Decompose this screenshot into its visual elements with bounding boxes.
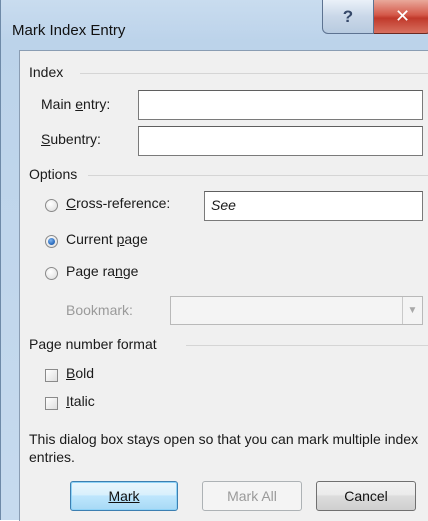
cross-reference-radio[interactable] [45, 199, 58, 212]
subentry-input[interactable] [138, 126, 423, 156]
index-group-label: Index [29, 64, 64, 80]
caption-buttons: ? ✕ [322, 0, 428, 36]
chevron-down-icon[interactable]: ▼ [402, 297, 422, 324]
mark-all-button[interactable]: Mark All [202, 481, 302, 511]
current-page-radio[interactable] [45, 235, 58, 248]
page-range-label-text-2: ge [122, 263, 139, 279]
page-range-accesskey: n [115, 263, 123, 279]
help-icon: ? [342, 6, 354, 26]
help-button[interactable]: ? [322, 0, 374, 34]
main-entry-accesskey: e [75, 96, 84, 112]
page-range-label-text: Page ra [66, 263, 116, 279]
bold-accesskey: B [66, 365, 76, 381]
bold-label-text: old [75, 365, 95, 381]
italic-label-text: talic [69, 393, 95, 409]
options-group-label: Options [29, 166, 78, 182]
cross-reference-label-text: ross-reference: [76, 195, 171, 211]
page-range-label[interactable]: Page range [66, 263, 138, 279]
subentry-label-text: ubentry: [50, 131, 101, 147]
main-entry-label: Main entry: [41, 96, 110, 112]
main-entry-label-text: Main [41, 96, 76, 112]
dialog-window: Mark Index Entry ? ✕ Index Main entry: S… [0, 0, 428, 521]
cancel-button-label: Cancel [344, 488, 388, 504]
cancel-button[interactable]: Cancel [316, 481, 416, 511]
cross-reference-input[interactable]: See [204, 191, 423, 221]
mark-all-button-label: Mark All [227, 488, 277, 504]
subentry-label: Subentry: [41, 131, 101, 147]
dialog-body: Index Main entry: Subentry: Options Cros… [19, 50, 428, 521]
italic-label[interactable]: Italic [66, 393, 95, 409]
cross-reference-accesskey: C [66, 195, 77, 211]
mark-button[interactable]: Mark [70, 481, 178, 511]
bold-label[interactable]: Bold [66, 365, 94, 381]
bookmark-combobox[interactable]: ▼ [170, 296, 423, 325]
subentry-accesskey: S [41, 131, 51, 147]
mark-button-label: Mark [108, 488, 140, 504]
cross-reference-label[interactable]: Cross-reference: [66, 195, 170, 211]
italic-checkbox[interactable] [45, 397, 58, 410]
index-group-divider [80, 73, 428, 74]
close-button[interactable]: ✕ [374, 0, 428, 34]
close-icon: ✕ [394, 6, 411, 26]
current-page-label-text-2: age [124, 231, 148, 247]
current-page-label[interactable]: Current page [66, 231, 148, 247]
dialog-title: Mark Index Entry [12, 22, 126, 39]
bold-checkbox[interactable] [45, 369, 58, 382]
bookmark-label: Bookmark: [66, 302, 133, 318]
main-entry-label-text-2: ntry: [83, 96, 111, 112]
main-entry-input[interactable] [138, 90, 423, 120]
format-group-divider [186, 345, 428, 346]
page-range-radio[interactable] [45, 267, 58, 280]
options-group-divider [88, 175, 428, 176]
format-group-label: Page number format [29, 336, 157, 352]
info-note: This dialog box stays open so that you c… [29, 431, 419, 465]
current-page-label-text: Current [66, 231, 117, 247]
